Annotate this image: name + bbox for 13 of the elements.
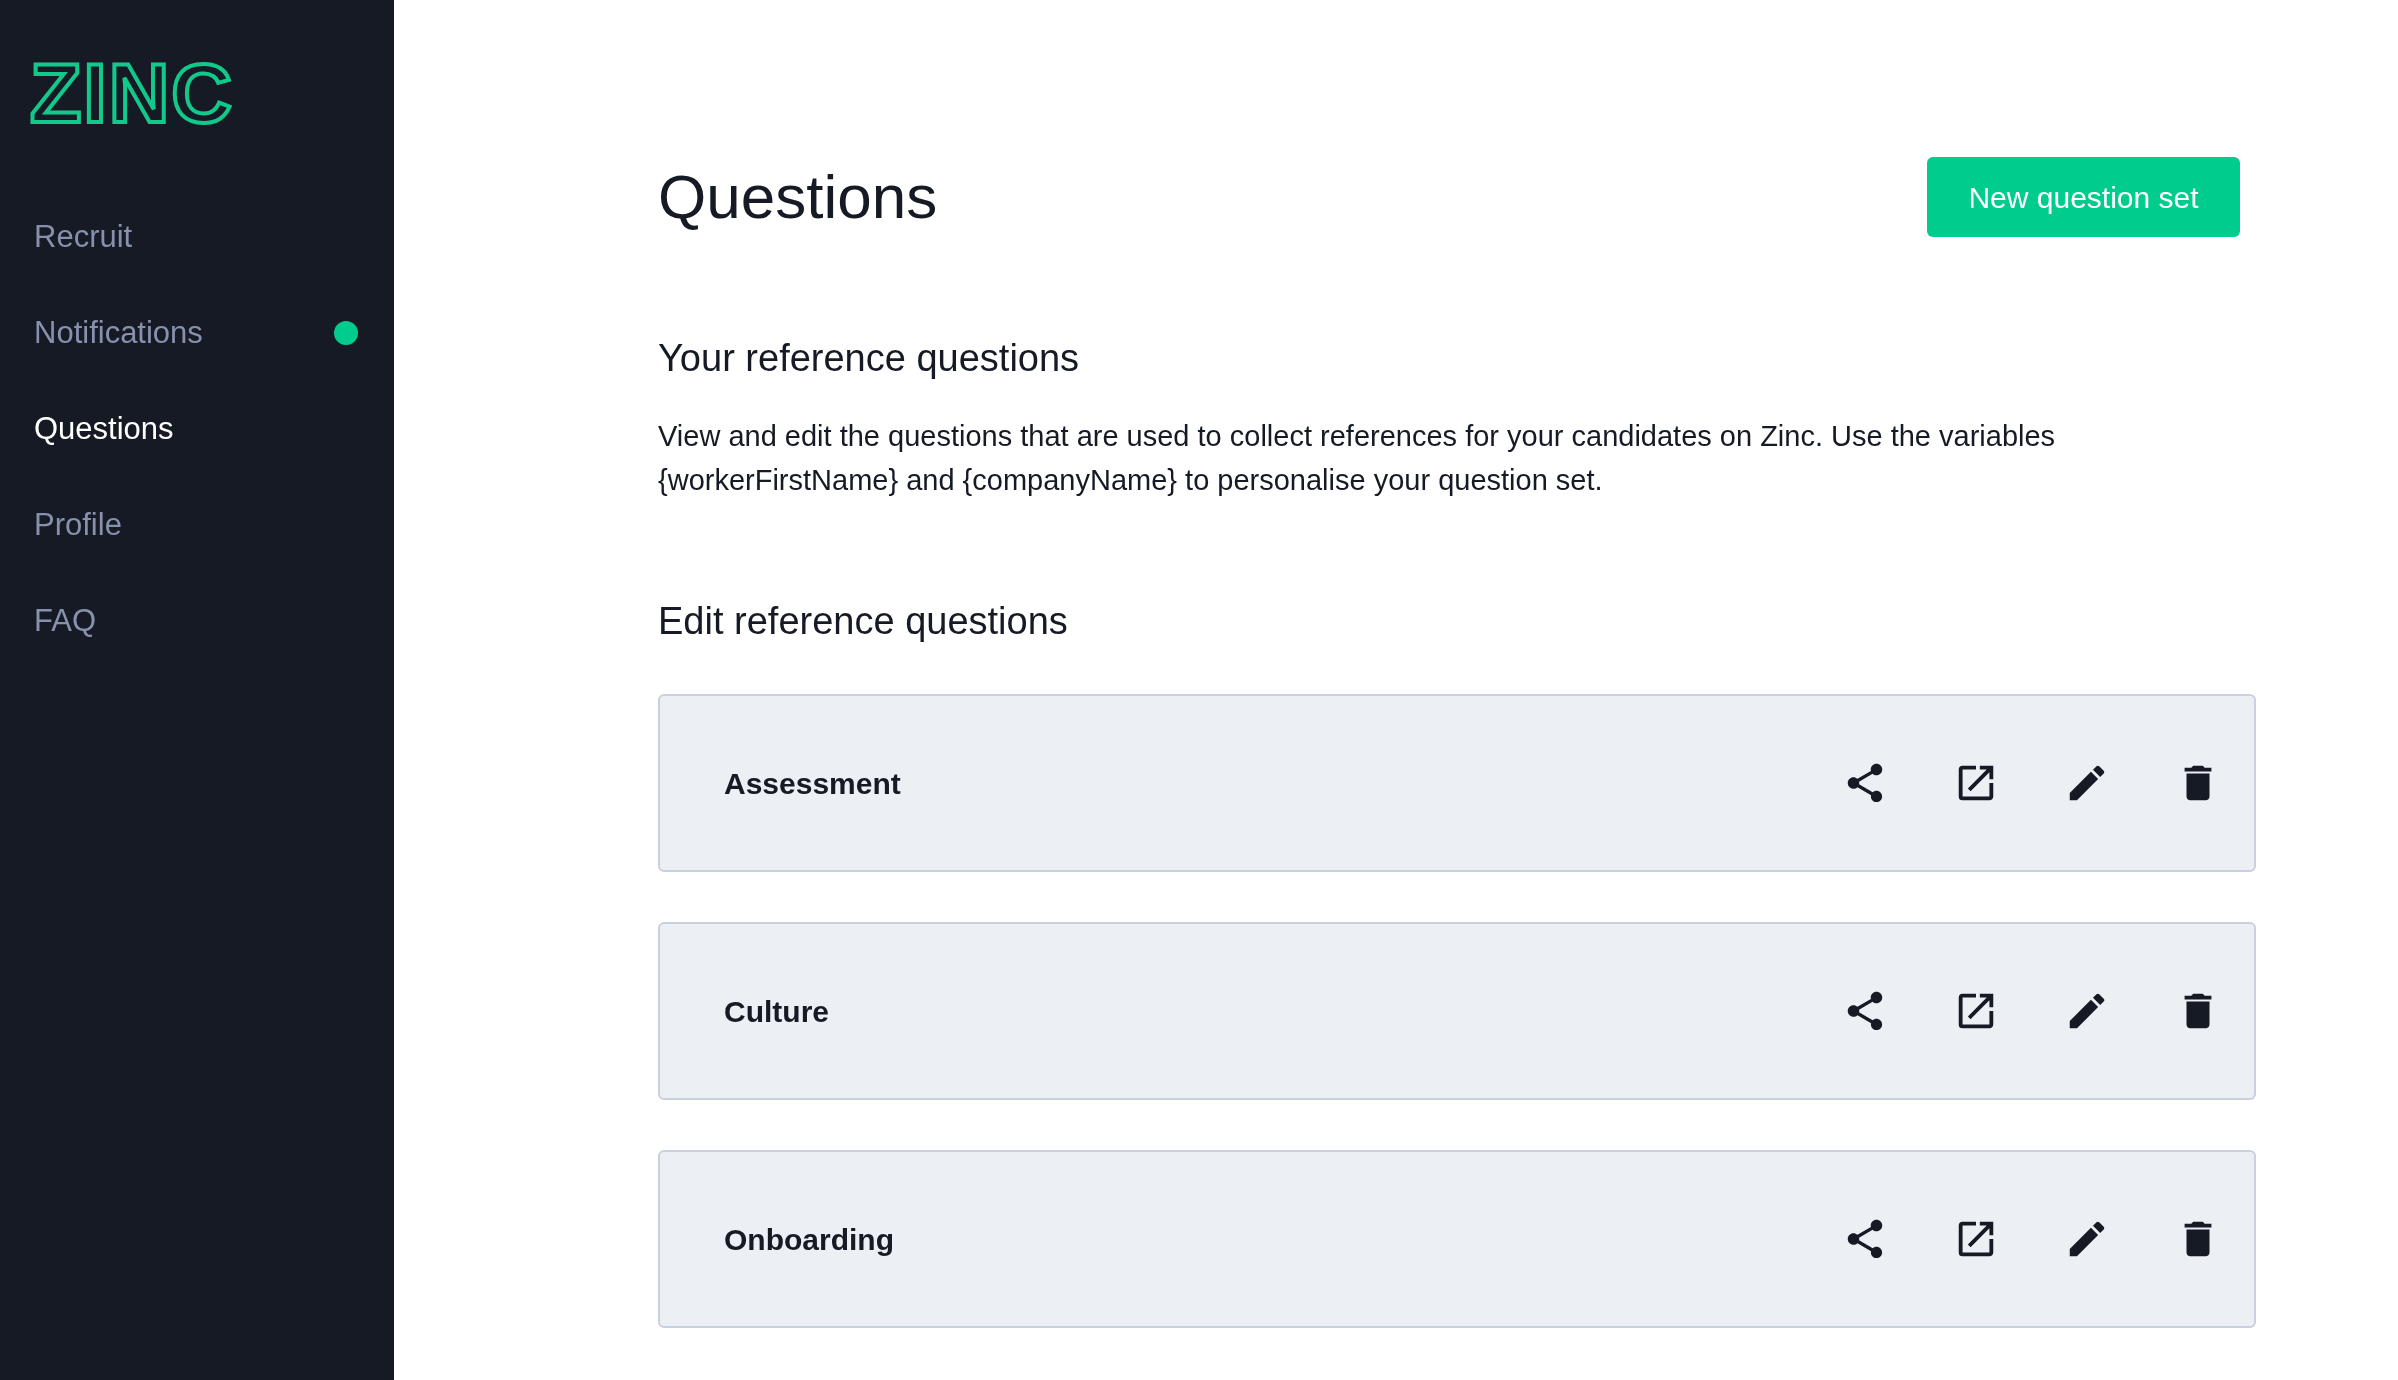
description-text: View and edit the questions that are used to collect references for your candidates on Zinc. Use the variables {workerFirstName} and {companyName} to personalise your question set. bbox=[658, 419, 2057, 498]
page-title: Questions bbox=[658, 166, 938, 228]
question-set-name: Assessment bbox=[724, 765, 901, 802]
question-set-name: Culture bbox=[724, 993, 829, 1030]
zinc-logo: ZINC bbox=[30, 51, 234, 135]
sidebar-nav-item[interactable]: Profile bbox=[0, 477, 394, 573]
section-heading: Your reference questions bbox=[658, 336, 1081, 381]
sidebar-nav-item[interactable]: Recruit bbox=[0, 189, 394, 285]
sidebar-nav-item[interactable]: FAQ bbox=[0, 573, 394, 669]
section-heading: Edit reference questions bbox=[658, 599, 1069, 644]
question-set-name: Onboarding bbox=[724, 1221, 894, 1258]
sidebar-nav-item[interactable]: Notifications bbox=[0, 285, 394, 381]
sidebar-nav-item[interactable]: Questions bbox=[0, 381, 394, 477]
